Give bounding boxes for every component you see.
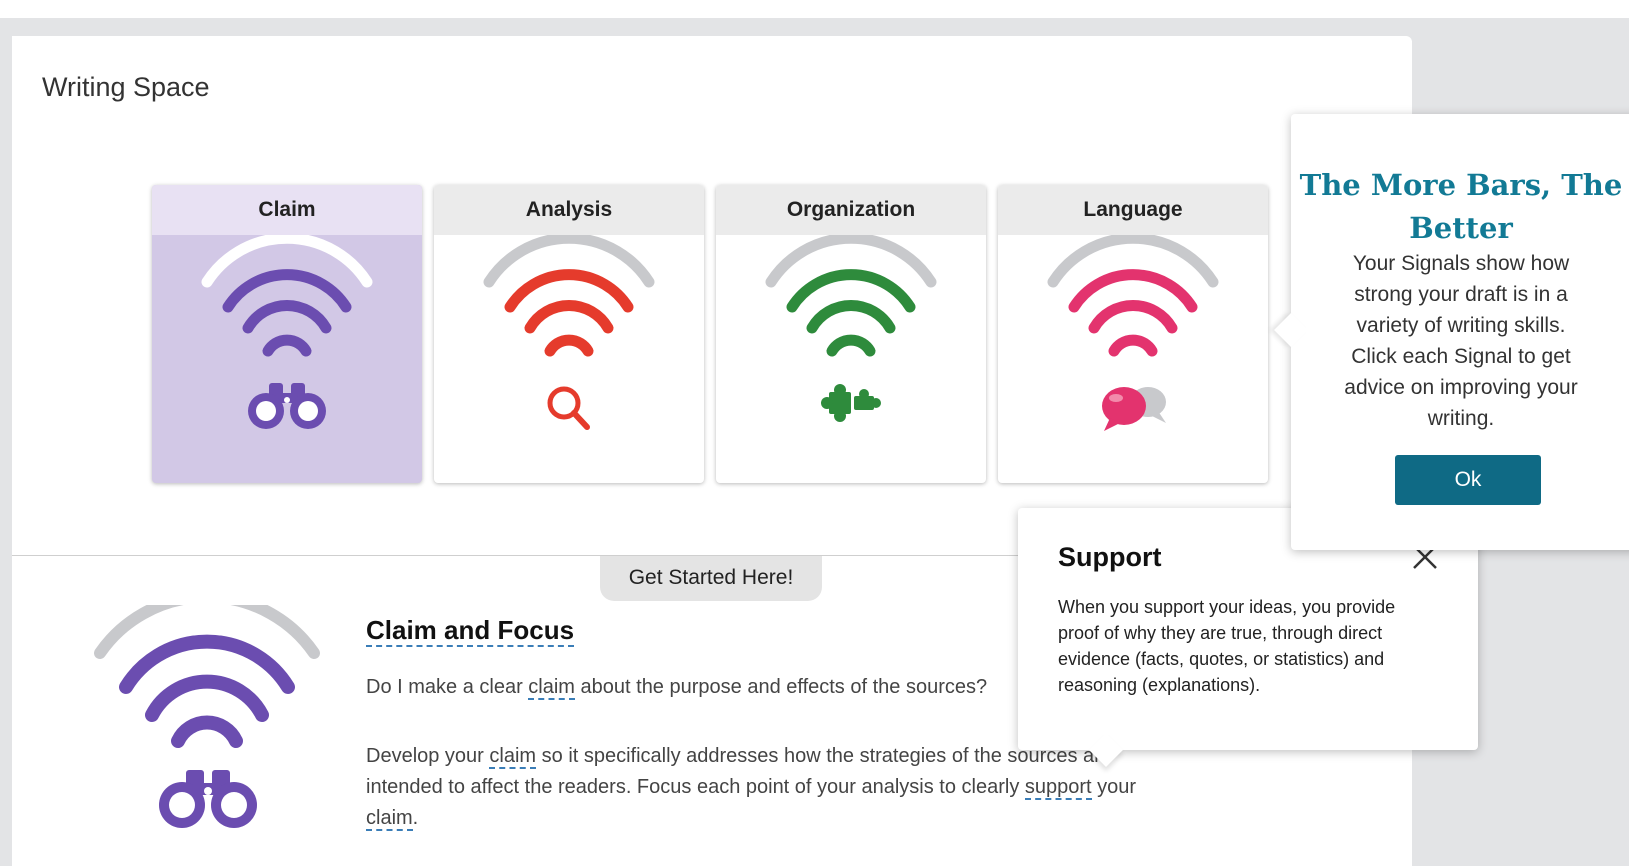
signal-card-organization[interactable]: Organization (716, 185, 986, 483)
section-title: Claim and Focus (366, 615, 575, 647)
claim-signal-graphic (201, 235, 373, 429)
question-text: Do I make a clear (366, 676, 529, 698)
ok-button[interactable]: Ok (1395, 455, 1541, 505)
language-signal-graphic (1047, 235, 1219, 431)
magnifier-icon (547, 386, 590, 430)
advice-paragraph: Develop your claim so it specifically ad… (366, 741, 1186, 834)
signal-bar-2 (145, 674, 269, 722)
claim-signal-large-icon (94, 605, 320, 828)
term-claim-link[interactable]: claim (489, 745, 537, 769)
guiding-question: Do I make a clear claim about the purpos… (366, 672, 1066, 703)
tip-title: The More Bars, The Better (1299, 168, 1623, 245)
signal-bar-2 (524, 300, 614, 334)
analysis-signal-graphic (483, 235, 655, 430)
organization-signal-graphic (765, 235, 937, 422)
section-title-text: Claim and Focus (366, 615, 575, 647)
top-bar (0, 0, 1629, 18)
signal-bar-2 (242, 300, 332, 334)
signal-card-label: Organization (716, 185, 986, 235)
signal-card-label: Language (998, 185, 1268, 235)
puzzle-icon (821, 384, 881, 422)
question-text-end: about the purpose and effects of the sou… (574, 676, 988, 698)
signal-card-label: Claim (152, 185, 422, 235)
tip-body: Your Signals show how strong your draft … (1344, 252, 1578, 430)
signals-tip-popover: The More Bars, The Better Your Signals s… (1274, 114, 1629, 550)
signal-bar-2 (1088, 300, 1178, 334)
speech-bubbles-icon (1102, 387, 1166, 431)
popover-title: Support (1058, 542, 1162, 572)
binoculars-icon (248, 383, 326, 429)
advice-text: Develop your (366, 745, 490, 767)
signal-bar-1 (262, 334, 312, 357)
signal-bar-1 (1108, 334, 1158, 357)
advice-text-after: your (1091, 776, 1137, 798)
signal-card-claim[interactable]: Claim (152, 185, 422, 483)
page-title: Writing Space (42, 72, 210, 102)
signal-card-label: Analysis (434, 185, 704, 235)
term-claim-link[interactable]: claim (528, 676, 575, 700)
signal-card-language[interactable]: Language (998, 185, 1268, 483)
term-claim-link[interactable]: claim (366, 807, 413, 831)
signal-bar-2 (806, 300, 896, 334)
signal-bar-1 (544, 334, 594, 357)
popover-body: When you support your ideas, you provide… (1058, 597, 1396, 695)
signal-card-analysis[interactable]: Analysis (434, 185, 704, 483)
term-support-link[interactable]: support (1024, 776, 1092, 800)
binoculars-icon (159, 770, 257, 828)
signal-bar-1 (171, 715, 243, 748)
advice-text-end: . (412, 807, 419, 829)
signal-bar-1 (826, 334, 876, 357)
get-started-button[interactable]: Get Started Here! (600, 556, 822, 601)
